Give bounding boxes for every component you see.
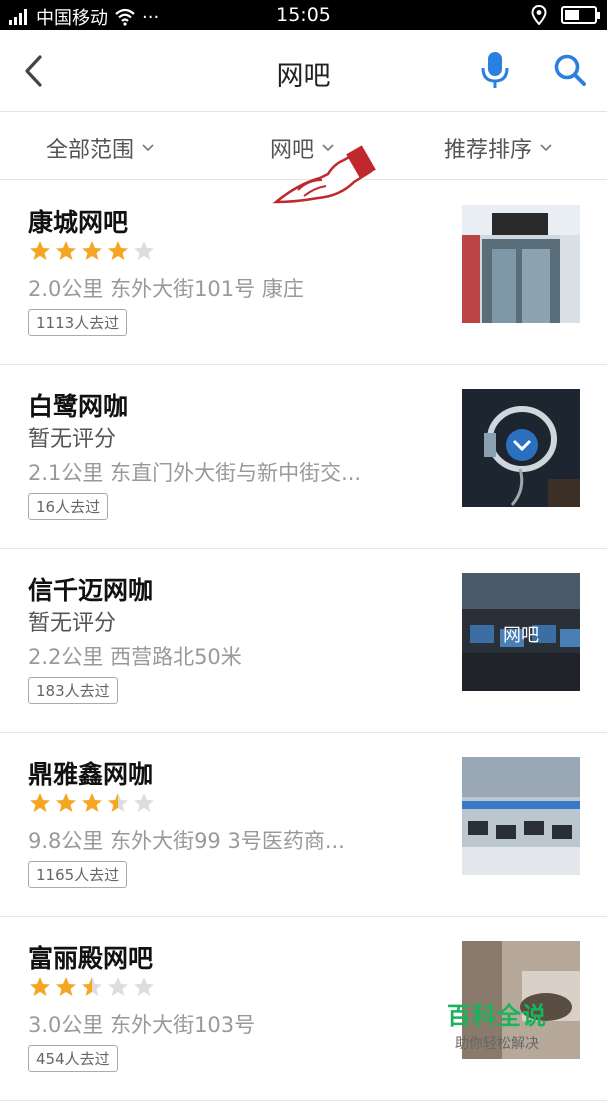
nav-header: 网吧 xyxy=(0,30,607,112)
star-icon xyxy=(56,977,76,996)
place-address: 2.2公里 西营路北50米 xyxy=(28,645,242,669)
list-item[interactable]: 白鹭网咖 暂无评分 2.1公里 东直门外大街与新中街交... 16人去过 xyxy=(0,365,607,549)
rating-text: 暂无评分 xyxy=(28,427,117,452)
place-name: 白鹭网咖 xyxy=(28,392,129,421)
filter-range-label: 全部范围 xyxy=(46,138,135,163)
place-name: 信千迈网咖 xyxy=(28,576,154,605)
list-item[interactable]: 康城网吧 2.0公里 东外大街101号 康庄 1113人去过 xyxy=(0,181,607,365)
place-thumbnail: 网吧 xyxy=(462,573,580,691)
star-icon xyxy=(134,793,154,812)
filter-sort-label: 推荐排序 xyxy=(444,138,533,163)
star-half-icon xyxy=(108,793,128,812)
status-bar: 中国移动 ··· 15:05 xyxy=(0,0,607,30)
star-rating xyxy=(28,239,156,263)
star-icon xyxy=(30,977,50,996)
star-half-icon xyxy=(82,977,102,996)
place-address: 2.1公里 东直门外大街与新中街交... xyxy=(28,461,362,485)
visit-count-badge: 454人去过 xyxy=(28,1045,118,1072)
place-address: 9.8公里 东外大街99 3号医药商... xyxy=(28,829,345,853)
visit-count-badge: 183人去过 xyxy=(28,677,118,704)
star-icon xyxy=(82,793,102,812)
chevron-down-icon xyxy=(142,144,154,152)
filter-sort[interactable]: 推荐排序 xyxy=(444,132,552,164)
chevron-down-icon xyxy=(540,144,552,152)
location-icon xyxy=(531,5,547,25)
status-time: 15:05 xyxy=(276,4,331,26)
star-icon xyxy=(134,241,154,260)
star-icon xyxy=(56,241,76,260)
place-address: 3.0公里 东外大街103号 xyxy=(28,1013,256,1037)
battery-icon xyxy=(561,6,600,24)
place-name: 康城网吧 xyxy=(28,208,129,237)
filter-range[interactable]: 全部范围 xyxy=(46,132,154,164)
star-icon xyxy=(56,793,76,812)
search-icon[interactable] xyxy=(552,52,588,88)
place-thumbnail xyxy=(462,389,580,507)
star-icon xyxy=(108,977,128,996)
place-thumbnail xyxy=(462,757,580,875)
watermark-title: 百科全说 xyxy=(447,1002,547,1030)
star-icon xyxy=(82,241,102,260)
list-item[interactable]: 鼎雅鑫网咖 9.8公里 东外大街99 3号医药商... 1165人去过 xyxy=(0,733,607,917)
microphone-icon[interactable] xyxy=(478,50,512,90)
place-thumbnail xyxy=(462,205,580,323)
watermark: 百科全说 助你轻松解决 xyxy=(447,996,547,1053)
star-rating xyxy=(28,975,156,999)
star-icon xyxy=(134,977,154,996)
rating-text: 暂无评分 xyxy=(28,611,117,636)
thumbnail-caption: 网吧 xyxy=(503,625,539,646)
star-icon xyxy=(30,793,50,812)
visit-count-badge: 1165人去过 xyxy=(28,861,128,888)
star-icon xyxy=(108,241,128,260)
place-name: 鼎雅鑫网咖 xyxy=(28,760,154,789)
list-item[interactable]: 信千迈网咖 暂无评分 2.2公里 西营路北50米 183人去过 网吧 xyxy=(0,549,607,733)
place-address: 2.0公里 东外大街101号 康庄 xyxy=(28,277,304,301)
watermark-subtitle: 助你轻松解决 xyxy=(455,1036,539,1052)
visit-count-badge: 1113人去过 xyxy=(28,309,128,336)
page-title: 网吧 xyxy=(276,61,331,92)
star-rating xyxy=(28,791,156,815)
visit-count-badge: 16人去过 xyxy=(28,493,109,520)
place-name: 富丽殿网吧 xyxy=(28,944,154,973)
result-list: 康城网吧 2.0公里 东外大街101号 康庄 1113人去过 白鹭网咖 暂无评分… xyxy=(0,181,607,1101)
star-icon xyxy=(30,241,50,260)
